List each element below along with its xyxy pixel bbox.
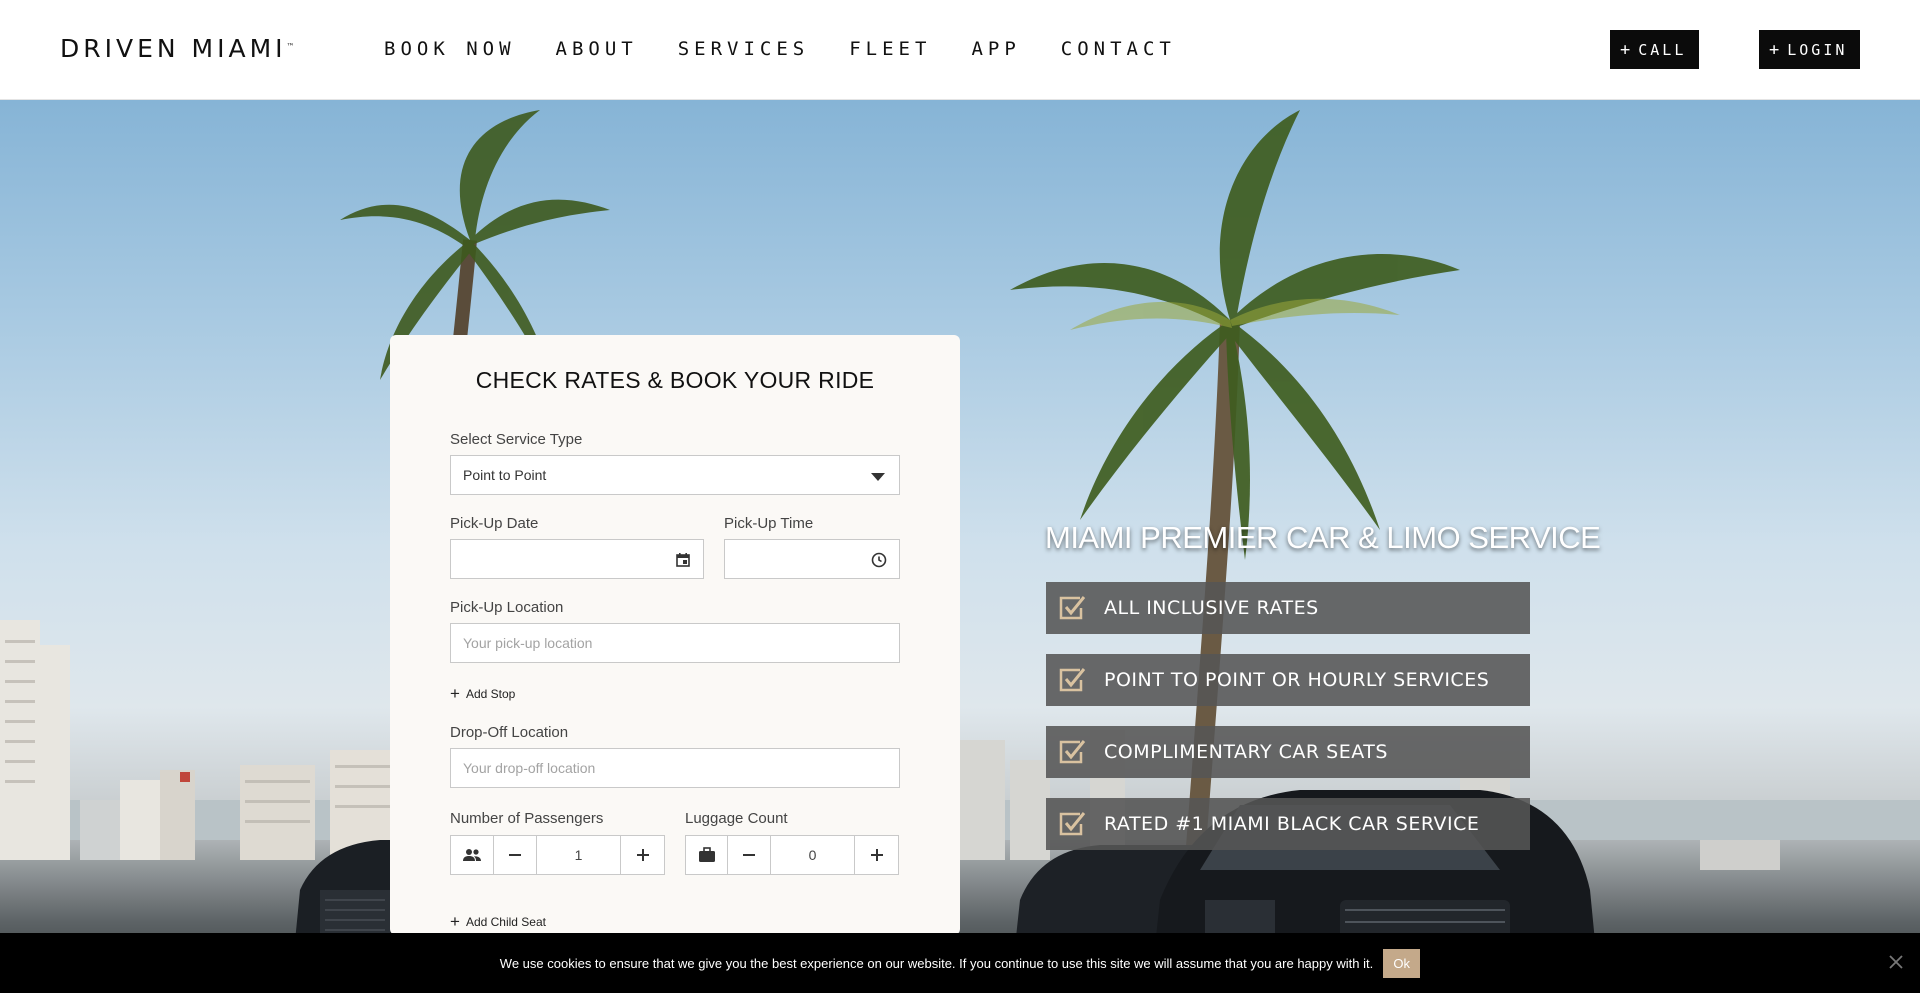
feature-item: ALL INCLUSIVE RATES xyxy=(1046,582,1530,634)
site-logo[interactable]: DRIVEN MIAMI™ xyxy=(60,36,295,62)
plus-icon xyxy=(636,849,649,861)
nav-book-now[interactable]: BOOK NOW xyxy=(384,38,516,60)
plus-icon xyxy=(870,849,883,861)
cookie-banner: We use cookies to ensure that we give yo… xyxy=(0,933,1920,993)
nav-app[interactable]: APP xyxy=(971,38,1020,60)
luggage-value[interactable]: 0 xyxy=(771,836,855,874)
dropoff-location-input[interactable]: Your drop-off location xyxy=(450,748,900,788)
passengers-label: Number of Passengers xyxy=(450,810,604,827)
luggage-stepper: 0 xyxy=(685,835,899,875)
hero-background-image xyxy=(0,110,1920,993)
checkbox-icon xyxy=(1059,668,1086,692)
plus-icon: + xyxy=(1620,39,1631,60)
triangle-down-icon xyxy=(871,473,885,481)
dropoff-location-label: Drop-Off Location xyxy=(450,724,569,741)
feature-text: RATED #1 MIAMI BLACK CAR SERVICE xyxy=(1104,813,1480,835)
hero-title: MIAMI PREMIER CAR & LIMO SERVICE xyxy=(1045,520,1601,555)
nav-contact[interactable]: CONTACT xyxy=(1061,38,1176,60)
close-icon[interactable] xyxy=(1887,953,1905,971)
dropoff-location-placeholder: Your drop-off location xyxy=(463,760,596,776)
briefcase-icon xyxy=(686,836,728,874)
nav-about[interactable]: ABOUT xyxy=(556,38,638,60)
luggage-decrement-button[interactable] xyxy=(728,836,771,874)
call-button[interactable]: + CALL xyxy=(1610,30,1699,69)
add-stop-button[interactable]: + Add Stop xyxy=(450,684,516,703)
checkbox-icon xyxy=(1059,740,1086,764)
pickup-time-label: Pick-Up Time xyxy=(724,515,814,532)
hero-section: MIAMI PREMIER CAR & LIMO SERVICE xyxy=(0,100,1920,993)
logo-trademark: ™ xyxy=(286,42,295,51)
site-header: DRIVEN MIAMI™ BOOK NOW ABOUT SERVICES FL… xyxy=(0,0,1920,100)
feature-item: RATED #1 MIAMI BLACK CAR SERVICE xyxy=(1046,798,1530,850)
pickup-location-label: Pick-Up Location xyxy=(450,599,564,616)
luggage-label: Luggage Count xyxy=(685,810,788,827)
checkbox-icon xyxy=(1059,812,1086,836)
calendar-icon[interactable] xyxy=(673,550,693,570)
pickup-time-field[interactable] xyxy=(724,539,900,579)
service-type-label: Select Service Type xyxy=(450,431,583,448)
checkbox-icon xyxy=(1059,596,1086,620)
passengers-decrement-button[interactable] xyxy=(494,836,537,874)
passengers-value[interactable]: 1 xyxy=(537,836,621,874)
add-child-seat-button[interactable]: + Add Child Seat xyxy=(450,912,546,931)
service-type-select[interactable]: Point to Point xyxy=(450,455,900,495)
logo-text: DRIVEN MIAMI xyxy=(60,34,287,63)
passengers-stepper: 1 xyxy=(450,835,665,875)
add-stop-label: Add Stop xyxy=(465,687,516,701)
add-child-seat-label: Add Child Seat xyxy=(465,915,546,929)
cookie-ok-button[interactable]: Ok xyxy=(1383,948,1421,978)
passengers-increment-button[interactable] xyxy=(621,836,664,874)
login-button-label: LOGIN xyxy=(1787,40,1848,59)
clock-icon[interactable] xyxy=(869,550,889,570)
plus-icon: + xyxy=(450,912,460,931)
nav-services[interactable]: SERVICES xyxy=(678,38,810,60)
people-icon xyxy=(451,836,494,874)
feature-item: POINT TO POINT OR HOURLY SERVICES xyxy=(1046,654,1530,706)
feature-text: ALL INCLUSIVE RATES xyxy=(1104,597,1319,619)
booking-title: CHECK RATES & BOOK YOUR RIDE xyxy=(475,367,875,393)
service-type-value: Point to Point xyxy=(463,467,547,483)
minus-icon xyxy=(509,854,521,856)
feature-text: POINT TO POINT OR HOURLY SERVICES xyxy=(1104,669,1490,691)
pickup-date-field[interactable] xyxy=(450,539,704,579)
minus-icon xyxy=(743,854,755,856)
pickup-location-input[interactable]: Your pick-up location xyxy=(450,623,900,663)
plus-icon: + xyxy=(450,684,460,703)
booking-form: CHECK RATES & BOOK YOUR RIDE Select Serv… xyxy=(390,335,960,935)
feature-text: COMPLIMENTARY CAR SEATS xyxy=(1104,741,1388,763)
luggage-increment-button[interactable] xyxy=(855,836,898,874)
login-button[interactable]: + LOGIN xyxy=(1759,30,1860,69)
cookie-text: We use cookies to ensure that we give yo… xyxy=(499,955,1374,971)
nav-fleet[interactable]: FLEET xyxy=(849,38,931,60)
plus-icon: + xyxy=(1769,39,1780,60)
pickup-location-placeholder: Your pick-up location xyxy=(463,635,593,651)
feature-item: COMPLIMENTARY CAR SEATS xyxy=(1046,726,1530,778)
pickup-date-label: Pick-Up Date xyxy=(450,515,539,532)
main-nav: BOOK NOW ABOUT SERVICES FLEET APP CONTAC… xyxy=(384,38,1176,60)
call-button-label: CALL xyxy=(1638,40,1687,59)
